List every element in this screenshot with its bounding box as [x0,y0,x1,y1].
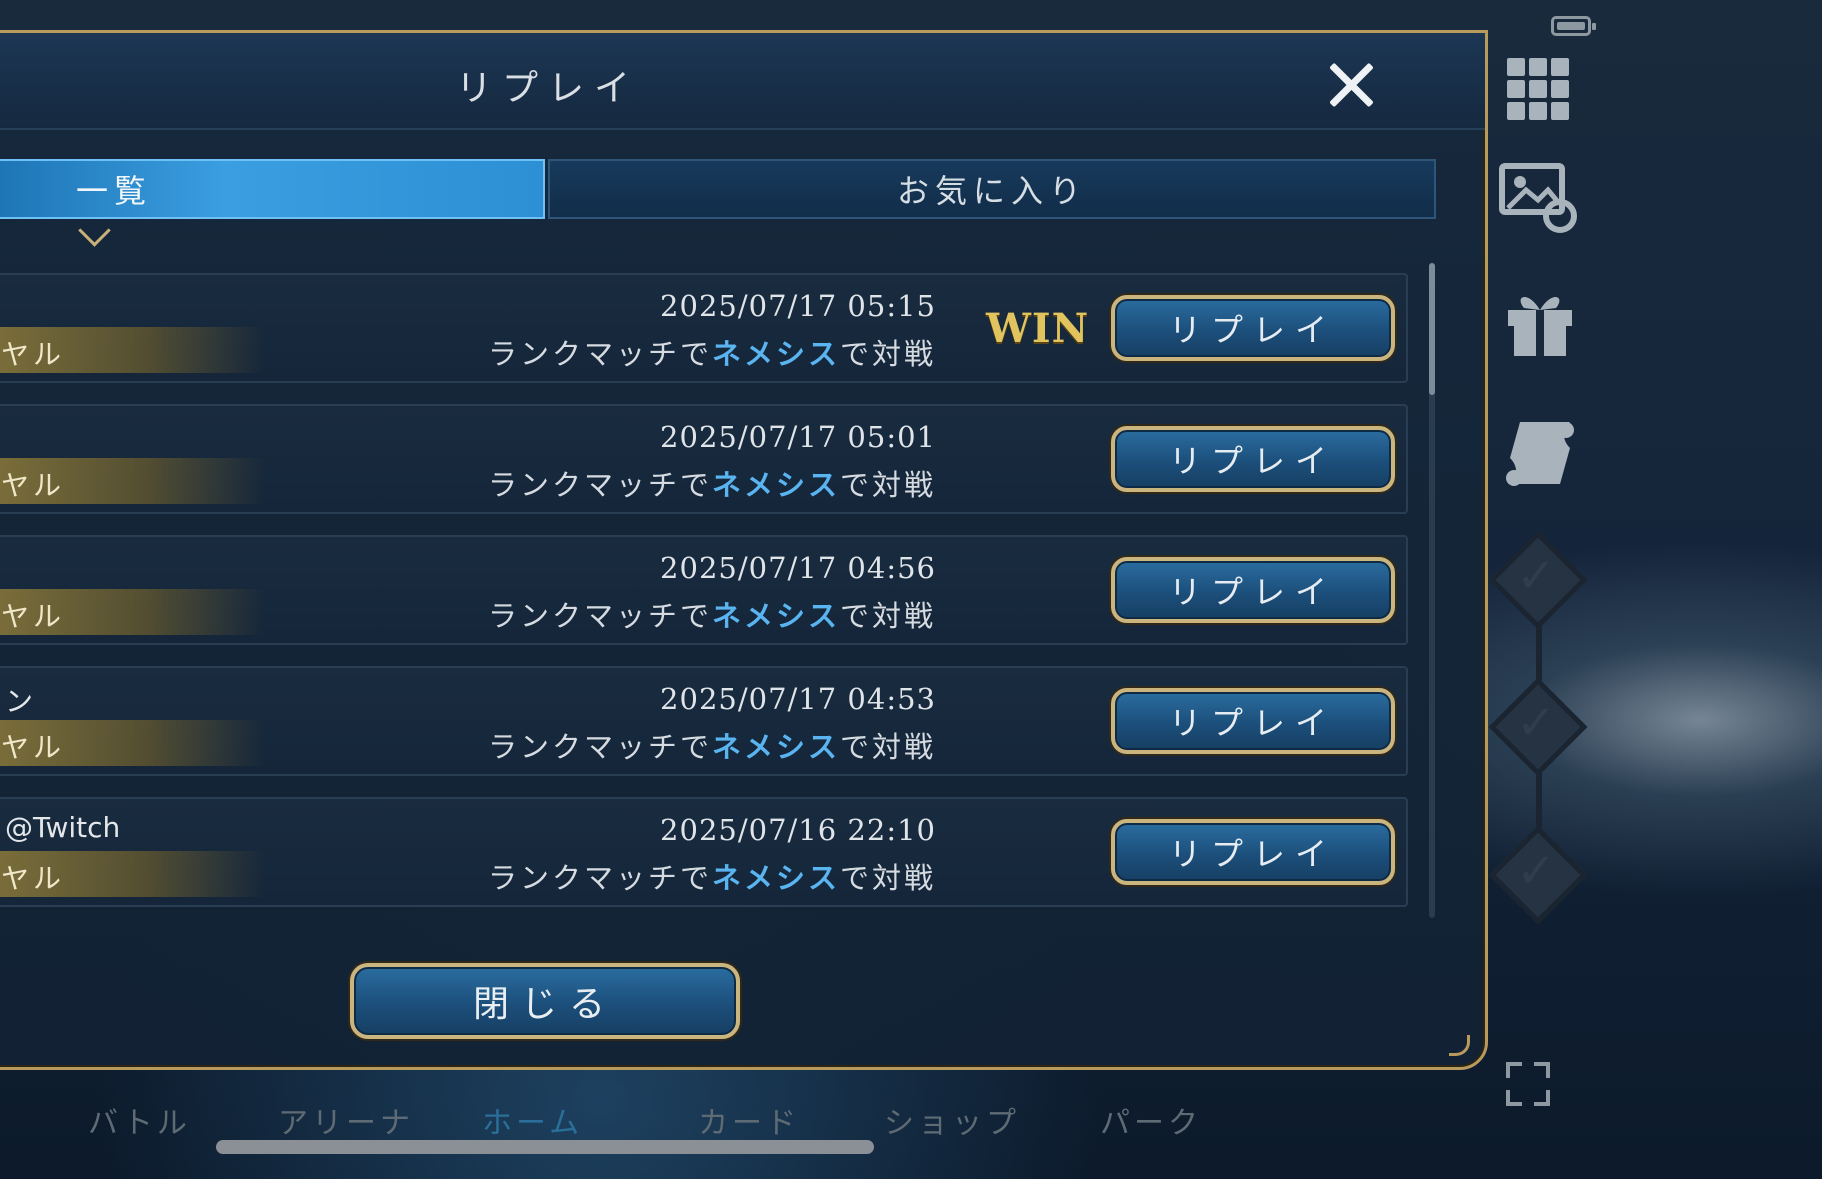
gallery-refresh-icon[interactable] [1498,160,1582,240]
dialog-title: リプレイ [455,68,640,109]
close-icon[interactable] [1323,57,1379,113]
rank-label: ヤル [1,731,66,764]
match-suffix: で対戦 [839,468,936,502]
match-description: ランクマッチでネメシスで対戦 [488,462,936,504]
match-date: 2025/07/17 05:15 [660,289,936,323]
rank-label: ヤル [1,600,66,633]
match-prefix: ランクマッチで [487,337,712,371]
battery-icon [1551,16,1596,36]
replay-row: ヤル 2025/07/17 05:15 ランクマッチでネメシスで対戦 WIN リ… [0,273,1408,383]
result-badge: WIN [986,305,1090,352]
nav-shop[interactable]: ショップ [884,1098,1020,1142]
tab-favorites-label: お気に入り [896,172,1087,210]
tab-favorites[interactable]: お気に入り [548,159,1436,219]
close-button[interactable]: 閉じる [350,963,740,1039]
match-description: ランクマッチでネメシスで対戦 [488,855,936,897]
match-date: 2025/07/17 04:53 [660,682,936,716]
replay-row: @Twitch ヤル 2025/07/16 22:10 ランクマッチでネメシスで… [0,797,1408,907]
nav-battle[interactable]: バトル [88,1098,191,1142]
match-prefix: ランクマッチで [487,599,712,633]
rank-band: ヤル [0,589,265,635]
rank-band: ヤル [0,720,265,766]
match-date: 2025/07/16 22:10 [660,813,936,847]
dialog-header: リプレイ [0,33,1485,130]
check-icon: ✓ [1516,843,1557,899]
nav-card[interactable]: カード [698,1098,800,1142]
match-suffix: で対戦 [839,337,936,371]
rank-band: ヤル [0,327,265,373]
bottom-nav: バトル アリーナ ホーム カード ショップ パーク [0,1080,1250,1142]
scrollbar-thumb[interactable] [1429,263,1435,395]
list-scrollbar[interactable] [1429,263,1435,918]
replay-button[interactable]: リプレイ [1111,557,1395,623]
check-icon: ✓ [1516,695,1557,751]
menu-grid-icon[interactable] [1507,58,1569,120]
replay-dialog: リプレイ 一覧 お気に入り ヤル 2025/07/17 05:15 ランクマッチ… [0,30,1488,1070]
class-name: ネメシス [711,468,840,502]
class-name: ネメシス [711,861,840,895]
replay-button[interactable]: リプレイ [1111,688,1395,754]
replay-row: ン ヤル 2025/07/17 04:53 ランクマッチでネメシスで対戦 リプレ… [0,666,1408,776]
match-suffix: で対戦 [839,599,936,633]
fullscreen-icon[interactable] [1506,1062,1550,1106]
check-icon: ✓ [1516,548,1557,604]
replay-row: ヤル 2025/07/17 05:01 ランクマッチでネメシスで対戦 リプレイ [0,404,1408,514]
player-name: @Twitch [5,811,121,844]
tab-list-label: 一覧 [75,172,152,210]
nav-park[interactable]: パーク [1100,1098,1202,1142]
rank-band: ヤル [0,851,265,897]
replay-button[interactable]: リプレイ [1111,426,1395,492]
match-description: ランクマッチでネメシスで対戦 [488,331,936,373]
dialog-corner-ornament [1449,1035,1470,1056]
match-description: ランクマッチでネメシスで対戦 [488,593,936,635]
nav-arena[interactable]: アリーナ [278,1098,414,1142]
replay-row: ヤル 2025/07/17 04:56 ランクマッチでネメシスで対戦 リプレイ [0,535,1408,645]
match-date: 2025/07/17 04:56 [660,551,936,585]
rank-label: ヤル [1,469,66,502]
tab-pointer-icon [78,214,111,247]
class-name: ネメシス [711,730,840,764]
player-name: ン [5,685,34,718]
match-date: 2025/07/17 05:01 [660,420,936,454]
tab-list[interactable]: 一覧 [0,159,545,219]
scroll-icon[interactable] [1498,412,1582,496]
match-suffix: で対戦 [839,730,936,764]
gift-icon[interactable] [1498,282,1582,362]
match-suffix: で対戦 [839,861,936,895]
rank-label: ヤル [1,338,66,371]
replay-button[interactable]: リプレイ [1111,819,1395,885]
rank-band: ヤル [0,458,265,504]
home-indicator [216,1140,874,1154]
replay-button[interactable]: リプレイ [1111,295,1395,361]
match-prefix: ランクマッチで [487,730,712,764]
match-prefix: ランクマッチで [487,861,712,895]
class-name: ネメシス [711,599,840,633]
class-name: ネメシス [711,337,840,371]
match-prefix: ランクマッチで [487,468,712,502]
nav-home[interactable]: ホーム [482,1098,583,1142]
match-description: ランクマッチでネメシスで対戦 [488,724,936,766]
rank-label: ヤル [1,862,66,895]
